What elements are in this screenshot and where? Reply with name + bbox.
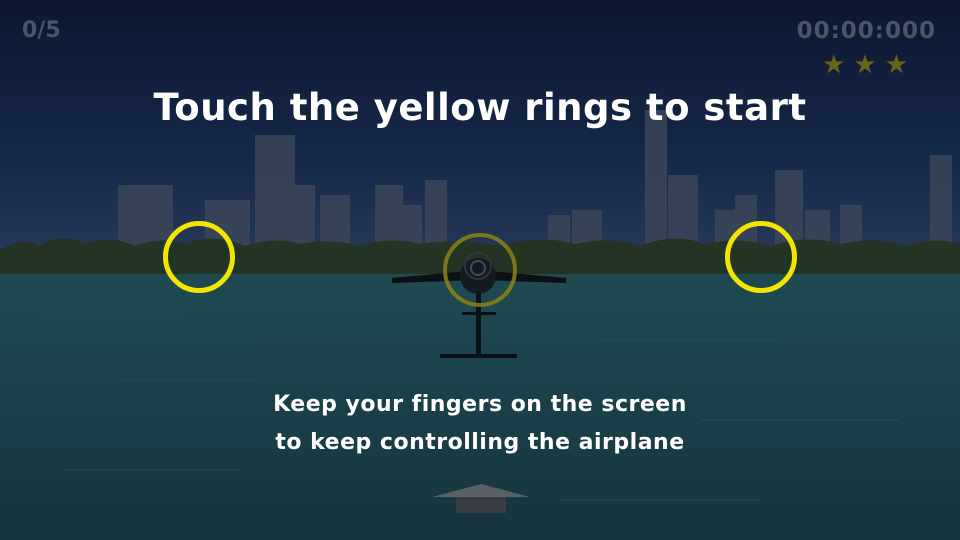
star-rating: ★ ★ ★ [822,52,908,78]
crosshair-ring [443,233,517,307]
star-icon: ★ [884,50,908,80]
start-instruction-title: Touch the yellow rings to start [153,86,807,129]
timer: 00:00:000 [796,18,936,44]
instruction-line-1: Keep your fingers on the screen [273,392,687,417]
right-yellow-ring[interactable] [725,221,797,293]
instruction-line-2: to keep controlling the airplane [275,430,685,455]
control-instruction: Keep your fingers on the screen to keep … [0,386,960,462]
rings-counter: 0/5 [22,18,61,43]
star-icon: ★ [822,50,846,80]
left-yellow-ring[interactable] [163,221,235,293]
star-icon: ★ [853,50,877,80]
